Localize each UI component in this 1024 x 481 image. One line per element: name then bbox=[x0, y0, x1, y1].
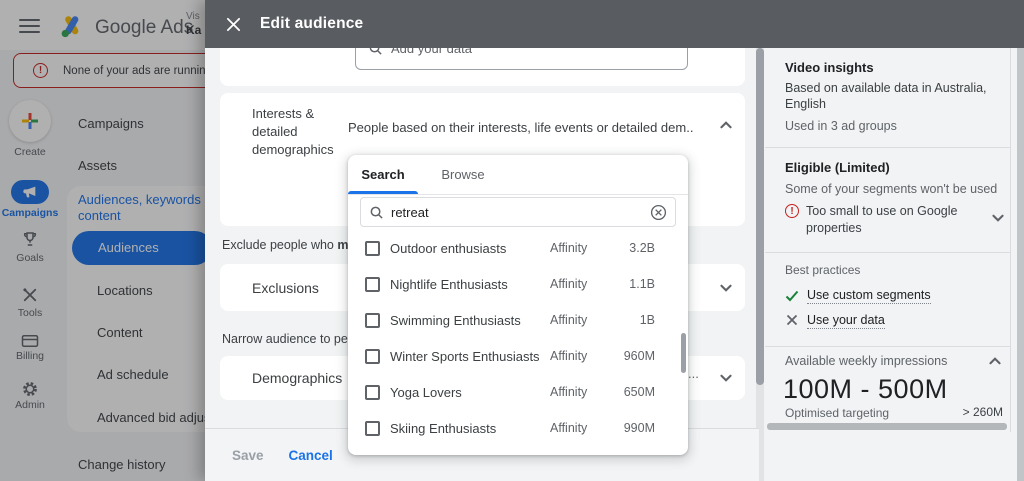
chevron-down-icon[interactable] bbox=[718, 370, 734, 386]
best-practice-your-data-link[interactable]: Use your data bbox=[807, 313, 885, 329]
result-checkbox[interactable] bbox=[365, 312, 380, 328]
best-practices-title: Best practices bbox=[785, 263, 861, 277]
result-checkbox[interactable] bbox=[365, 384, 380, 400]
list-item[interactable]: Outdoor enthusiasts Affinity 3.2B bbox=[348, 230, 688, 266]
optimised-targeting-label: Optimised targeting bbox=[785, 406, 890, 420]
divider bbox=[765, 252, 1010, 253]
cancel-button[interactable]: Cancel bbox=[289, 448, 333, 463]
panel-horizontal-scrollbar[interactable] bbox=[767, 423, 1007, 430]
clear-search-icon[interactable] bbox=[650, 204, 667, 221]
result-checkbox[interactable] bbox=[365, 276, 380, 292]
divider bbox=[765, 147, 1010, 148]
list-item[interactable]: Nightlife Enthusiasts Affinity 1.1B bbox=[348, 266, 688, 302]
result-checkbox[interactable] bbox=[365, 240, 380, 256]
best-practice-custom-segments-link[interactable]: Use custom segments bbox=[807, 288, 931, 304]
screen: Google Ads Vis Ka ! None of your ads are… bbox=[0, 0, 1024, 481]
edit-audience-modal: Interests & detailed demographics People… bbox=[205, 0, 1024, 481]
chevron-down-icon[interactable] bbox=[718, 280, 734, 296]
divider bbox=[765, 346, 1010, 347]
list-item[interactable]: Yoga Lovers Affinity 650M bbox=[348, 374, 688, 410]
tab-search[interactable]: Search bbox=[348, 155, 418, 194]
chevron-down-icon[interactable] bbox=[990, 210, 1006, 226]
segment-results-list: Outdoor enthusiasts Affinity 3.2B Nightl… bbox=[348, 230, 688, 446]
list-item[interactable]: Winter Sports Enthusiasts Affinity 960M bbox=[348, 338, 688, 374]
result-name: Outdoor enthusiasts bbox=[390, 240, 507, 256]
picker-tabs: Search Browse bbox=[348, 155, 688, 195]
video-insights-title: Video insights bbox=[785, 60, 874, 75]
modal-title: Edit audience bbox=[260, 15, 364, 32]
eligibility-title: Eligible (Limited) bbox=[785, 160, 890, 175]
result-checkbox[interactable] bbox=[365, 420, 380, 436]
close-icon[interactable] bbox=[226, 17, 241, 32]
result-size: 960M bbox=[623, 349, 655, 363]
result-size: 1B bbox=[639, 313, 655, 327]
video-insights-subtitle: Based on available data in Australia, Eng… bbox=[785, 81, 987, 111]
interests-label: Interests & detailed demographics bbox=[252, 106, 334, 157]
impressions-range: 100M - 500M bbox=[783, 374, 948, 404]
demographics-truncated-text: ... bbox=[688, 366, 699, 381]
result-name: Skiing Enthusiasts bbox=[390, 420, 497, 436]
eligibility-warning[interactable]: Too small to use on Google properties bbox=[806, 203, 957, 237]
result-size: 1.1B bbox=[629, 277, 655, 291]
segment-search-input[interactable] bbox=[391, 204, 643, 220]
divider bbox=[1010, 48, 1011, 432]
eligibility-subtitle: Some of your segments won't be used bbox=[785, 182, 998, 196]
result-size: 990M bbox=[623, 421, 655, 435]
result-type: Affinity bbox=[550, 277, 588, 291]
chevron-up-icon[interactable] bbox=[987, 353, 1003, 369]
video-insights-usage: Used in 3 ad groups bbox=[785, 119, 897, 133]
list-item[interactable]: Swimming Enthusiasts Affinity 1B bbox=[348, 302, 688, 338]
interests-description: People based on their interests, life ev… bbox=[348, 120, 693, 135]
cross-icon bbox=[786, 314, 798, 326]
result-checkbox[interactable] bbox=[365, 348, 380, 364]
list-item[interactable]: Skiing Enthusiasts Affinity 990M bbox=[348, 410, 688, 446]
demographics-label: Demographics bbox=[252, 370, 343, 386]
optimised-targeting-value: > 260M bbox=[962, 405, 1003, 419]
result-name: Nightlife Enthusiasts bbox=[390, 276, 508, 292]
result-type: Affinity bbox=[550, 349, 588, 363]
result-name: Swimming Enthusiasts bbox=[390, 312, 521, 328]
tab-browse[interactable]: Browse bbox=[418, 155, 508, 194]
warning-icon: ! bbox=[785, 204, 799, 218]
check-icon bbox=[785, 290, 799, 302]
search-icon bbox=[369, 205, 384, 220]
dropdown-scrollbar[interactable] bbox=[681, 333, 686, 373]
result-name: Yoga Lovers bbox=[390, 384, 462, 400]
segment-picker-dropdown: Search Browse Outdoor enthusiasts Affini… bbox=[348, 155, 688, 455]
exclusions-label: Exclusions bbox=[252, 279, 319, 296]
result-type: Affinity bbox=[550, 385, 588, 399]
save-button[interactable]: Save bbox=[232, 448, 264, 463]
modal-header: Edit audience bbox=[205, 0, 1024, 48]
chevron-up-icon[interactable] bbox=[718, 117, 734, 133]
result-size: 3.2B bbox=[629, 241, 655, 255]
panel-vertical-scrollbar[interactable] bbox=[1017, 48, 1024, 481]
segment-searchbox[interactable] bbox=[360, 197, 676, 227]
impressions-title: Available weekly impressions bbox=[785, 354, 948, 368]
result-size: 650M bbox=[623, 385, 655, 399]
result-name: Winter Sports Enthusiasts bbox=[390, 348, 540, 364]
result-type: Affinity bbox=[550, 241, 588, 255]
result-type: Affinity bbox=[550, 421, 588, 435]
modal-scrollbar-thumb[interactable] bbox=[756, 48, 764, 385]
result-type: Affinity bbox=[550, 313, 588, 327]
